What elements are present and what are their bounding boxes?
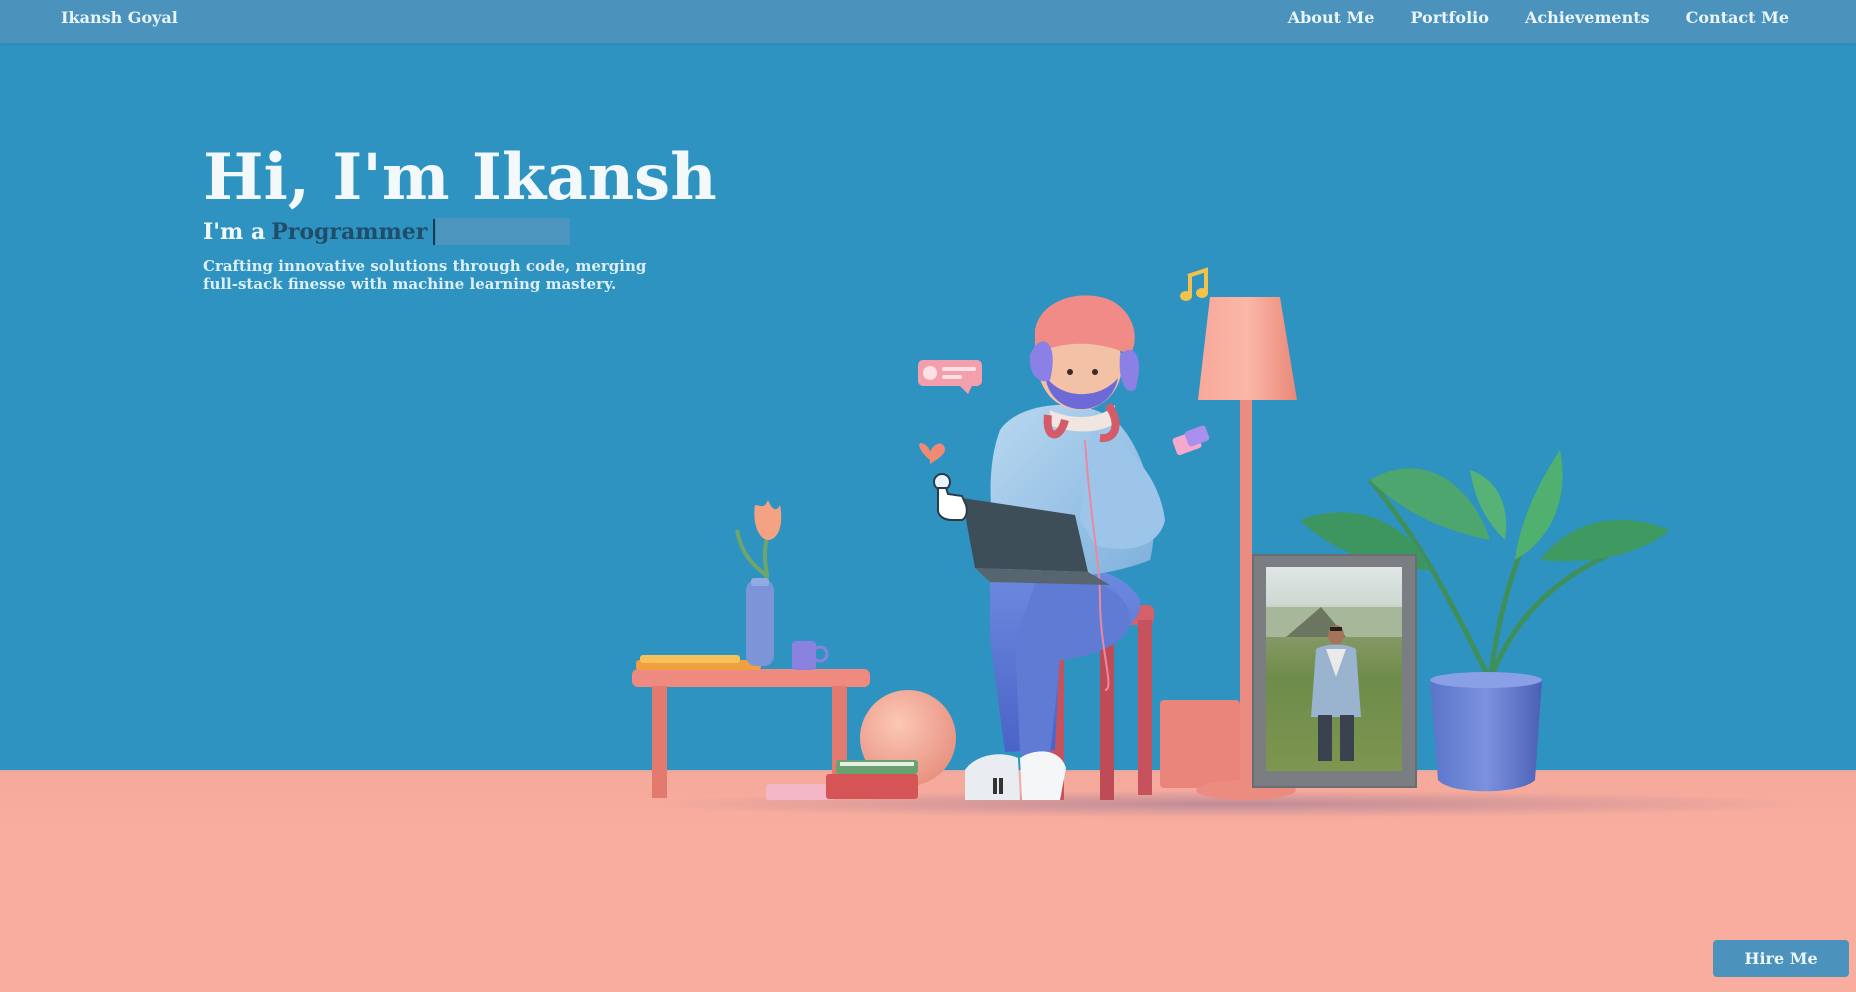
vase	[735, 500, 782, 666]
hire-me-button[interactable]: Hire Me	[1713, 940, 1849, 977]
pointer-hand-icon	[933, 473, 968, 521]
message-cards-icon	[1172, 425, 1210, 456]
profile-photo	[1266, 567, 1402, 771]
heart-icon	[919, 443, 946, 464]
books	[766, 760, 918, 800]
photo-frame	[1252, 554, 1417, 788]
mug	[792, 641, 829, 670]
box	[1160, 700, 1240, 788]
hero-illustration	[632, 267, 1670, 800]
music-note-icon	[1180, 267, 1208, 301]
chat-bubble-icon	[918, 360, 982, 394]
